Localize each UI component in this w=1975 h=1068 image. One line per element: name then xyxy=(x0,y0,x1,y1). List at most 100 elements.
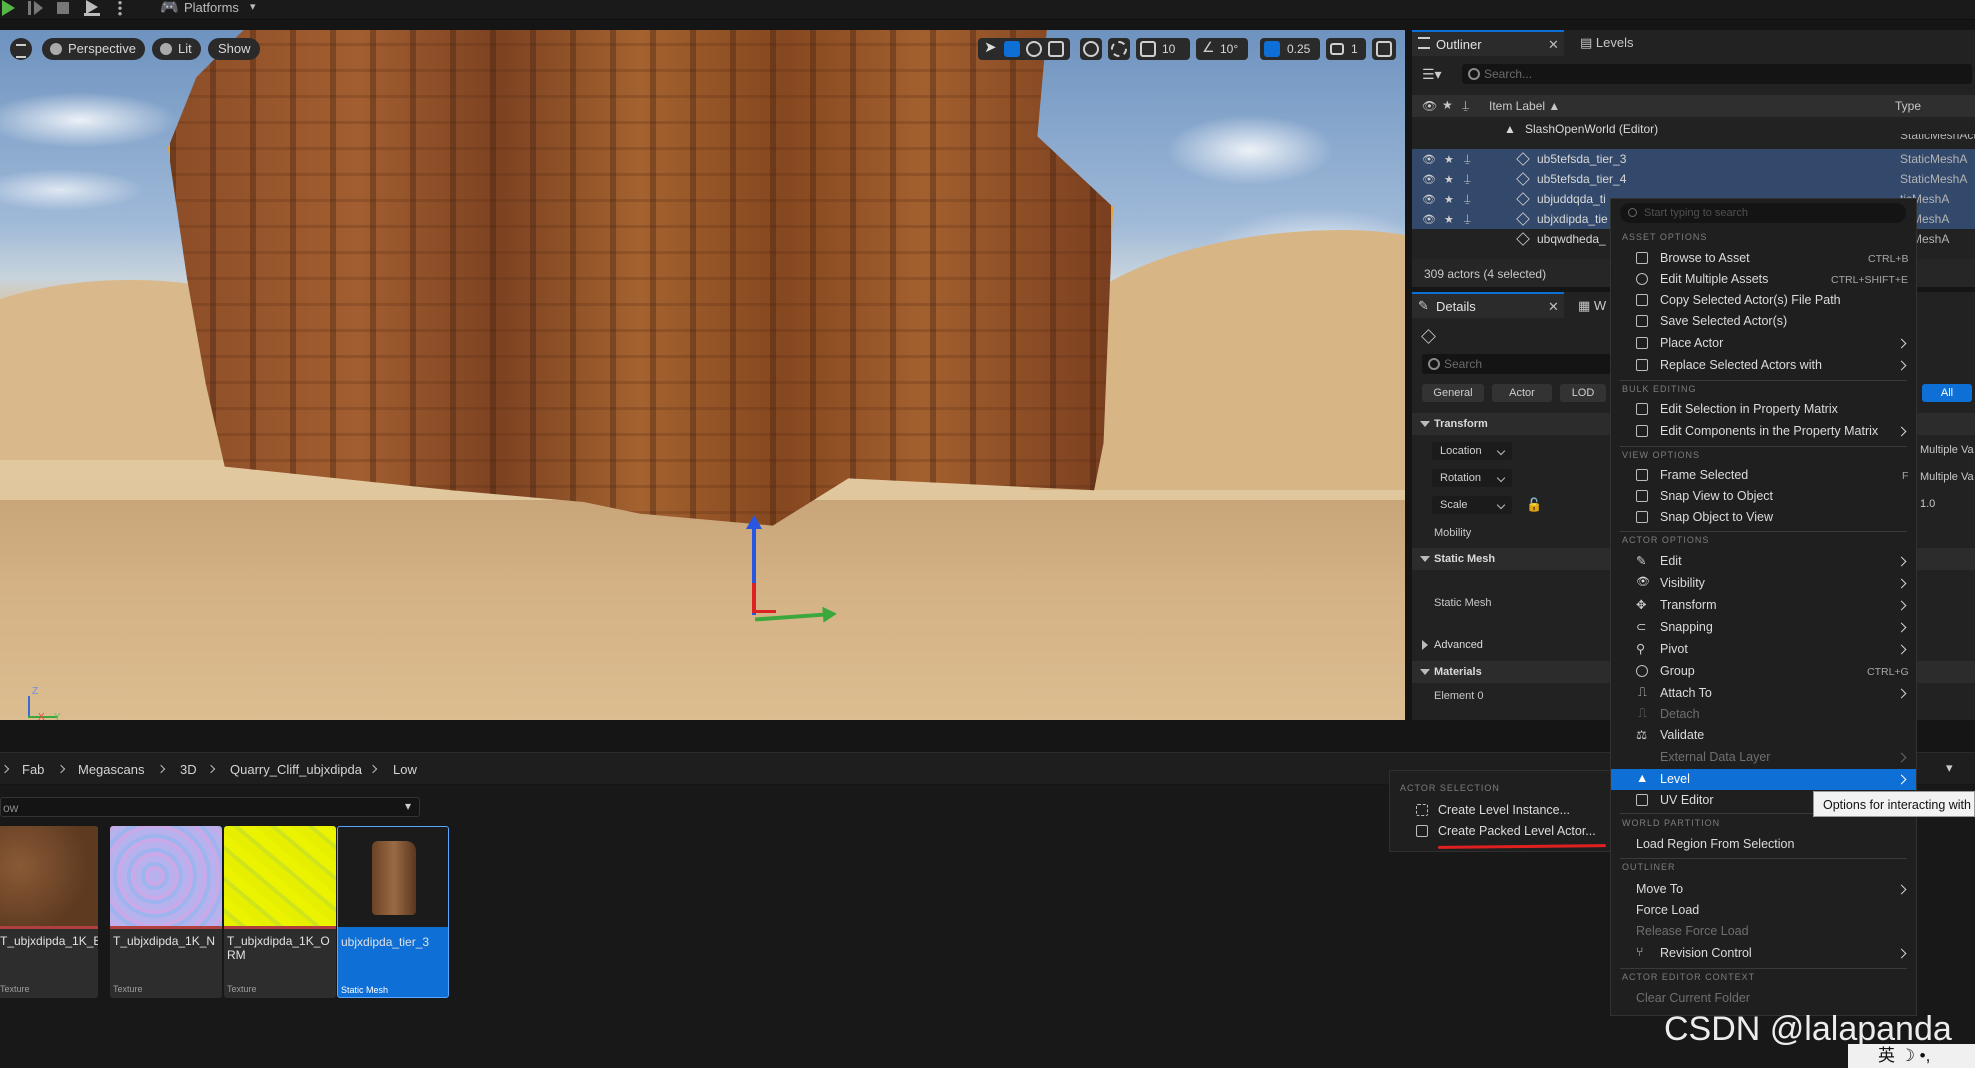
breadcrumb-megascans[interactable]: Megascans xyxy=(78,762,144,777)
pin-icon[interactable]: ⍊ xyxy=(1464,213,1471,226)
asset-tile-selected[interactable]: ubjxdipda_tier_3 Static Mesh xyxy=(337,826,449,998)
magnet-icon: ⊂ xyxy=(1636,620,1647,634)
star-icon[interactable]: ★ xyxy=(1444,213,1454,226)
step-icon[interactable] xyxy=(28,1,44,15)
scale-dropdown[interactable]: Scale xyxy=(1432,496,1512,514)
context-menu-search-input[interactable]: Start typing to search xyxy=(1620,203,1906,223)
more-options-icon[interactable] xyxy=(118,0,122,16)
launch-icon[interactable] xyxy=(83,0,103,16)
pin-icon[interactable]: ⍊ xyxy=(1464,153,1471,166)
scale-icon[interactable] xyxy=(1048,41,1064,57)
filter-general[interactable]: General xyxy=(1422,384,1484,402)
details-search-input[interactable]: Search xyxy=(1422,354,1617,374)
outliner-cut-row[interactable]: StaticMeshActor xyxy=(1412,134,1975,146)
mesh-thumbnail xyxy=(338,827,448,927)
breadcrumb-3d[interactable]: 3D xyxy=(180,762,197,777)
rotation-snap-button[interactable]: ∠ 10° xyxy=(1196,38,1248,60)
group-icon xyxy=(1636,665,1648,677)
layout-button[interactable] xyxy=(1372,38,1396,60)
filter-icon[interactable]: ☰▾ xyxy=(1422,66,1442,83)
play-icon[interactable] xyxy=(2,0,15,16)
mobility-label: Mobility xyxy=(1434,527,1472,539)
table-row[interactable]: 👁 ★ ⍊ ub5tefsda_tier_4 StaticMeshA xyxy=(1412,169,1975,189)
perspective-button[interactable]: Perspective xyxy=(42,38,145,60)
level-tooltip: Options for interacting with xyxy=(1813,791,1975,817)
platforms-label: Platforms xyxy=(184,0,239,15)
outliner-status: 309 actors (4 selected) xyxy=(1424,267,1547,281)
gizmo-x-axis[interactable] xyxy=(752,583,776,613)
detach-icon: ⎍ xyxy=(1638,706,1647,720)
breadcrumb-fab[interactable]: Fab xyxy=(22,762,44,777)
visibility-icon[interactable]: 👁 xyxy=(1422,193,1436,206)
visibility-icon[interactable]: 👁 xyxy=(1422,173,1436,186)
asset-filter-dropdown[interactable]: ow ▾ xyxy=(0,797,420,817)
tab-details[interactable]: ✎ Details ✕ xyxy=(1412,292,1564,318)
scale-snap-button[interactable]: 0.25 xyxy=(1260,38,1320,60)
menu-level-highlight[interactable] xyxy=(1611,769,1916,790)
main-toolbar: 🎮 Platforms ▾ xyxy=(0,0,1975,20)
menu-move-to[interactable]: Move To xyxy=(1636,882,1683,896)
col-item-label[interactable]: Item Label ▲ xyxy=(1489,99,1560,113)
tab-world-settings[interactable]: ▦ W xyxy=(1578,298,1606,314)
uv-editor-icon xyxy=(1636,794,1648,806)
world-space-button[interactable] xyxy=(1080,38,1102,60)
breadcrumb-quarry-cliff[interactable]: Quarry_Cliff_ubjxdipda xyxy=(230,762,362,777)
col-type[interactable]: Type xyxy=(1895,99,1921,113)
menu-load-region[interactable]: Load Region From Selection xyxy=(1636,837,1794,851)
surface-snap-button[interactable] xyxy=(1108,38,1130,60)
static-mesh-label: Static Mesh xyxy=(1434,597,1492,609)
show-button[interactable]: Show xyxy=(208,38,260,60)
close-icon[interactable]: ✕ xyxy=(1548,299,1559,315)
close-icon[interactable]: ✕ xyxy=(1548,37,1559,53)
level-instance-icon xyxy=(1416,804,1428,816)
rotation-dropdown[interactable]: Rotation xyxy=(1432,469,1512,487)
pin-column-icon[interactable]: ⍊ xyxy=(1462,98,1469,113)
ime-indicator[interactable]: 英 ☽ •, xyxy=(1848,1044,1975,1068)
move-icon[interactable] xyxy=(1004,41,1020,57)
menu-force-load[interactable]: Force Load xyxy=(1636,903,1699,917)
place-actor-icon xyxy=(1636,337,1648,349)
outliner-search-input[interactable]: Search... xyxy=(1462,64,1972,84)
transform-icon: ✥ xyxy=(1636,598,1647,612)
pin-icon[interactable]: ⍊ xyxy=(1464,173,1471,186)
grid-snap-button[interactable]: 10 xyxy=(1136,38,1190,60)
favorite-column-icon[interactable]: ★ xyxy=(1442,98,1453,112)
chevron-down-icon: ▾ xyxy=(404,799,411,813)
asset-tile[interactable]: T_ubjxdipda_1K_N Texture xyxy=(110,826,222,998)
asset-tile[interactable]: T_ubjxdipda_1K_ORM Texture xyxy=(224,826,336,998)
platforms-menu[interactable]: 🎮 Platforms ▾ xyxy=(160,0,270,18)
level-viewport[interactable]: Z X Y xyxy=(0,30,1405,720)
asset-tile[interactable]: T_ubjxdipda_1K_B Texture xyxy=(0,826,98,998)
tab-outliner[interactable]: Outliner ✕ xyxy=(1412,30,1564,56)
star-icon[interactable]: ★ xyxy=(1444,173,1454,186)
star-icon[interactable]: ★ xyxy=(1444,153,1454,166)
copy-icon xyxy=(1636,294,1648,306)
lit-button[interactable]: Lit xyxy=(152,38,201,60)
camera-icon xyxy=(50,43,62,55)
location-dropdown[interactable]: Location xyxy=(1432,442,1512,460)
visibility-column-icon[interactable]: 👁 xyxy=(1422,99,1437,113)
menu-release-force-load: Release Force Load xyxy=(1636,924,1749,938)
select-icon[interactable]: ➤ xyxy=(982,39,998,57)
stop-icon[interactable] xyxy=(57,2,69,14)
visibility-icon[interactable]: 👁 xyxy=(1422,213,1436,226)
rotate-icon[interactable] xyxy=(1026,41,1042,57)
lock-icon[interactable]: 🔓 xyxy=(1526,497,1542,513)
rotation-value[interactable]: Multiple Va xyxy=(1920,471,1974,483)
filter-lod[interactable]: LOD xyxy=(1560,384,1606,402)
table-row[interactable]: 👁 ★ ⍊ ub5tefsda_tier_3 StaticMeshA xyxy=(1412,149,1975,169)
scale-value[interactable]: 1.0 xyxy=(1920,498,1935,510)
breadcrumb-low[interactable]: Low xyxy=(393,762,417,777)
chevron-down-icon: ▾ xyxy=(250,1,256,13)
gamepad-icon: 🎮 xyxy=(160,0,179,16)
viewport-menu-button[interactable] xyxy=(10,38,32,60)
location-value[interactable]: Multiple Va xyxy=(1920,444,1974,456)
filter-actor[interactable]: Actor xyxy=(1492,384,1552,402)
filter-all[interactable]: All xyxy=(1922,384,1972,402)
camera-speed-button[interactable]: 1 xyxy=(1326,38,1366,60)
tab-levels[interactable]: ▤ Levels xyxy=(1580,35,1633,51)
star-icon[interactable]: ★ xyxy=(1444,193,1454,206)
chevron-down-icon[interactable]: ▾ xyxy=(1946,760,1953,776)
pin-icon[interactable]: ⍊ xyxy=(1464,193,1471,206)
visibility-icon[interactable]: 👁 xyxy=(1422,153,1436,166)
